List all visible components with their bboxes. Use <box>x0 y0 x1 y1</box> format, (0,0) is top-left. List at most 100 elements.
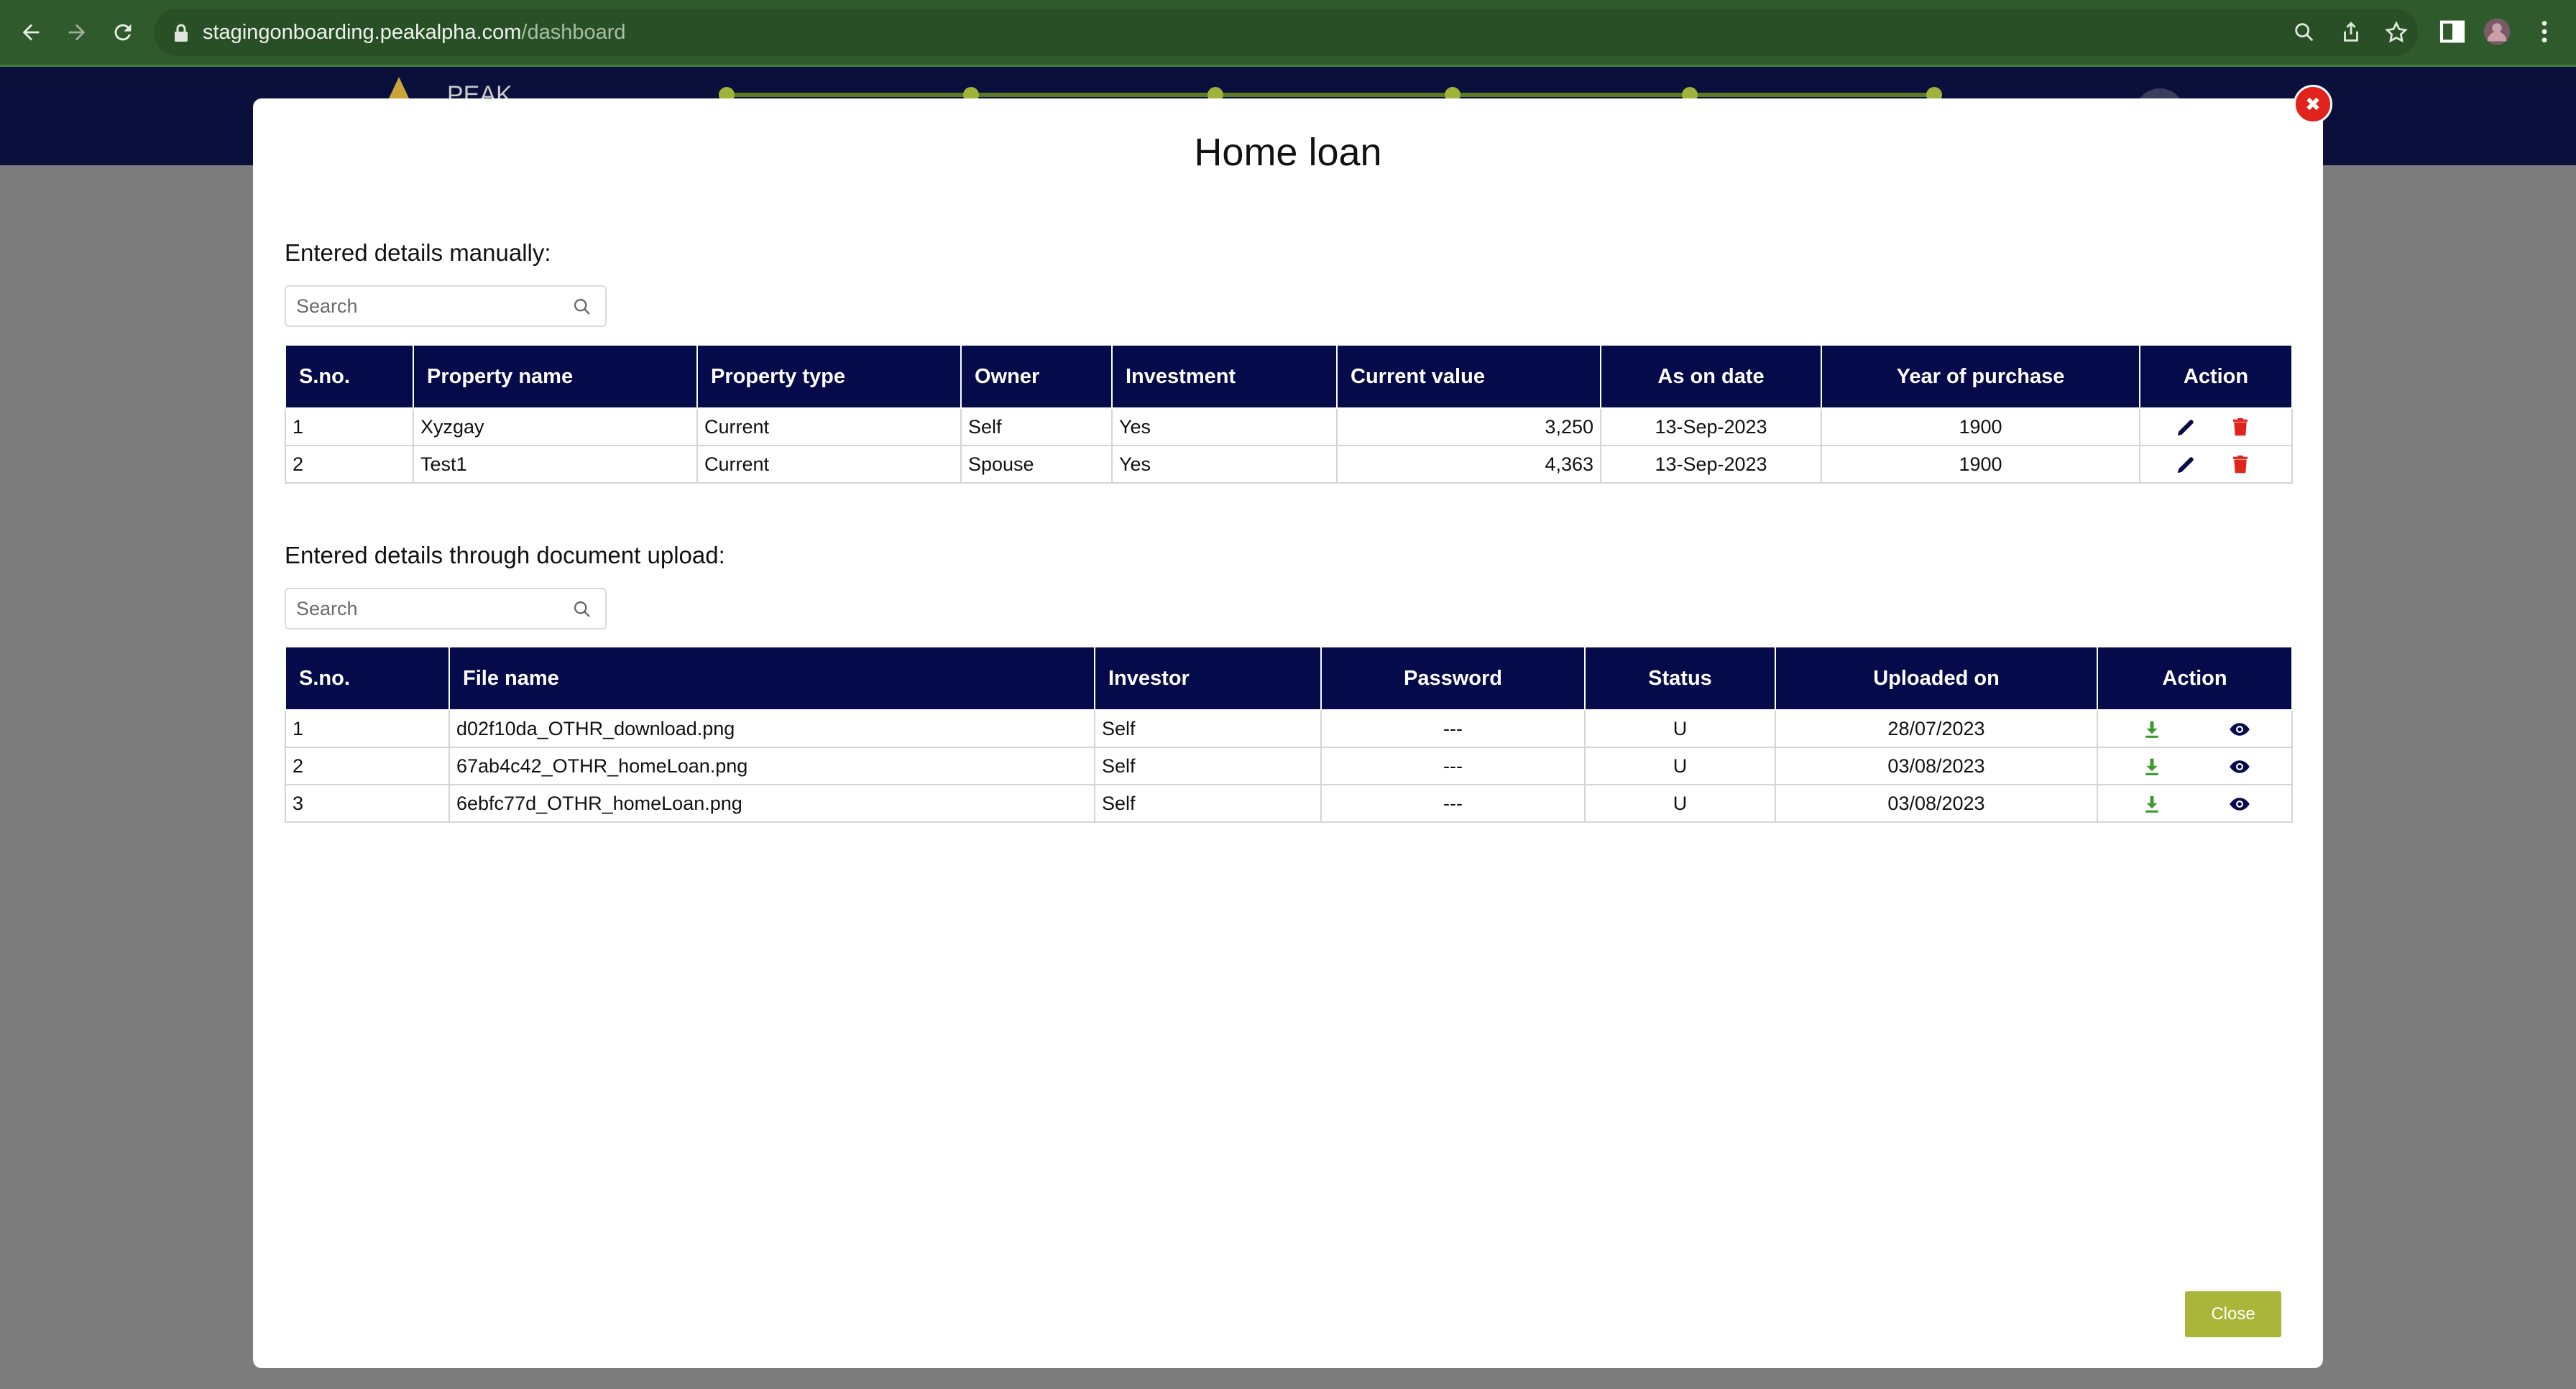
cell-status: U <box>1584 784 1776 823</box>
cell-as-on-date: 13-Sep-2023 <box>1600 407 1822 446</box>
side-panel-icon[interactable] <box>2438 17 2467 46</box>
cell-sno: 2 <box>285 445 414 484</box>
cell-action <box>2139 445 2293 484</box>
cell-investor: Self <box>1094 747 1322 785</box>
cell-action <box>2097 709 2293 748</box>
cell-owner: Self <box>960 407 1113 446</box>
manual-section-label: Entered details manually: <box>285 239 551 266</box>
browser-menu-icon[interactable] <box>2530 17 2559 46</box>
search-icon[interactable] <box>572 599 592 619</box>
cell-investor: Self <box>1094 709 1322 748</box>
modal-title: Home loan <box>1194 131 1382 174</box>
column-header: Property name <box>413 346 698 409</box>
cell-password: --- <box>1320 784 1586 823</box>
cell-file-name: 67ab4c42_OTHR_homeLoan.png <box>448 747 1095 785</box>
table-row: 1 d02f10da_OTHR_download.png Self --- U … <box>285 709 2293 748</box>
table-row: 2 Test1 Current Spouse Yes 4,363 13-Sep-… <box>285 445 2293 484</box>
address-bar[interactable]: stagingonboarding.peakalpha.com/dashboar… <box>154 9 2418 56</box>
cell-uploaded-on: 03/08/2023 <box>1775 747 2098 785</box>
cell-action <box>2097 747 2293 785</box>
cell-uploaded-on: 28/07/2023 <box>1775 709 2098 748</box>
eye-icon[interactable] <box>2229 719 2250 740</box>
cell-investment: Yes <box>1111 445 1338 484</box>
column-header: Password <box>1320 647 1586 711</box>
reload-button[interactable] <box>106 16 139 49</box>
cell-action <box>2139 407 2293 446</box>
url-path: /dashboard <box>521 21 626 44</box>
cell-current-value: 3,250 <box>1336 407 1601 446</box>
cell-status: U <box>1584 709 1776 748</box>
column-header: File name <box>448 647 1095 711</box>
manual-details-table: S.no. Property name Property type Owner … <box>285 346 2293 484</box>
pencil-icon[interactable] <box>2175 417 2196 438</box>
zoom-icon[interactable] <box>2292 20 2317 45</box>
trash-icon[interactable] <box>2230 454 2251 476</box>
lock-icon <box>175 24 188 42</box>
browser-toolbar: stagingonboarding.peakalpha.com/dashboar… <box>0 0 2576 67</box>
column-header: S.no. <box>285 346 414 409</box>
share-icon[interactable] <box>2339 20 2363 45</box>
close-button[interactable]: Close <box>2185 1291 2281 1337</box>
table-header-row: S.no. File name Investor Password Status… <box>285 647 2293 711</box>
cell-sno: 1 <box>285 709 450 748</box>
peak-logo: PEAK <box>388 77 512 101</box>
home-loan-modal: Home loan Entered details manually: S.no… <box>253 98 2323 1368</box>
table-row: 2 67ab4c42_OTHR_homeLoan.png Self --- U … <box>285 747 2293 785</box>
upload-search-box <box>285 588 607 629</box>
cell-status: U <box>1584 747 1776 785</box>
forward-button[interactable] <box>60 16 93 49</box>
eye-icon[interactable] <box>2229 756 2250 777</box>
back-button[interactable] <box>14 16 47 49</box>
column-header: Year of purchase <box>1821 346 2140 409</box>
cell-property-name: Xyzgay <box>413 407 698 446</box>
column-header: Current value <box>1336 346 1601 409</box>
cell-password: --- <box>1320 709 1586 748</box>
column-header: Investor <box>1094 647 1322 711</box>
manual-search-box <box>285 285 607 327</box>
column-header: Action <box>2097 647 2293 711</box>
cell-investor: Self <box>1094 784 1322 823</box>
table-row: 1 Xyzgay Current Self Yes 3,250 13-Sep-2… <box>285 407 2293 446</box>
cell-year-of-purchase: 1900 <box>1821 445 2140 484</box>
cell-file-name: 6ebfc77d_OTHR_homeLoan.png <box>448 784 1095 823</box>
download-icon[interactable] <box>2141 793 2163 815</box>
column-header: Owner <box>960 346 1113 409</box>
modal-close-icon[interactable]: ✖ <box>2294 85 2332 124</box>
column-header: Investment <box>1111 346 1338 409</box>
pencil-icon[interactable] <box>2175 454 2196 476</box>
uploaded-documents-table: S.no. File name Investor Password Status… <box>285 647 2293 823</box>
download-icon[interactable] <box>2141 719 2163 740</box>
cell-uploaded-on: 03/08/2023 <box>1775 784 2098 823</box>
profile-avatar[interactable] <box>2483 17 2511 46</box>
cell-owner: Spouse <box>960 445 1113 484</box>
cell-file-name: d02f10da_OTHR_download.png <box>448 709 1095 748</box>
cell-property-type: Current <box>696 407 962 446</box>
column-header: S.no. <box>285 647 450 711</box>
cell-sno: 2 <box>285 747 450 785</box>
eye-icon[interactable] <box>2229 793 2250 815</box>
upload-search-input[interactable] <box>296 596 555 621</box>
column-header: Uploaded on <box>1775 647 2098 711</box>
column-header: Property type <box>696 346 962 409</box>
cell-password: --- <box>1320 747 1586 785</box>
bookmark-star-icon[interactable] <box>2384 20 2409 45</box>
cell-as-on-date: 13-Sep-2023 <box>1600 445 1822 484</box>
manual-search-input[interactable] <box>296 294 555 318</box>
reload-icon <box>114 24 132 41</box>
url-host: stagingonboarding.peakalpha.com <box>203 21 522 44</box>
url-text: stagingonboarding.peakalpha.com/dashboar… <box>203 20 626 45</box>
search-icon[interactable] <box>572 297 592 317</box>
cell-year-of-purchase: 1900 <box>1821 407 2140 446</box>
cell-sno: 3 <box>285 784 450 823</box>
cell-action <box>2097 784 2293 823</box>
cell-property-name: Test1 <box>413 445 698 484</box>
column-header: Status <box>1584 647 1776 711</box>
table-row: 3 6ebfc77d_OTHR_homeLoan.png Self --- U … <box>285 784 2293 823</box>
arrow-left-icon <box>22 24 40 41</box>
download-icon[interactable] <box>2141 756 2163 777</box>
cell-investment: Yes <box>1111 407 1338 446</box>
column-header: Action <box>2139 346 2293 409</box>
cell-sno: 1 <box>285 407 414 446</box>
trash-icon[interactable] <box>2230 417 2251 438</box>
cell-property-type: Current <box>696 445 962 484</box>
